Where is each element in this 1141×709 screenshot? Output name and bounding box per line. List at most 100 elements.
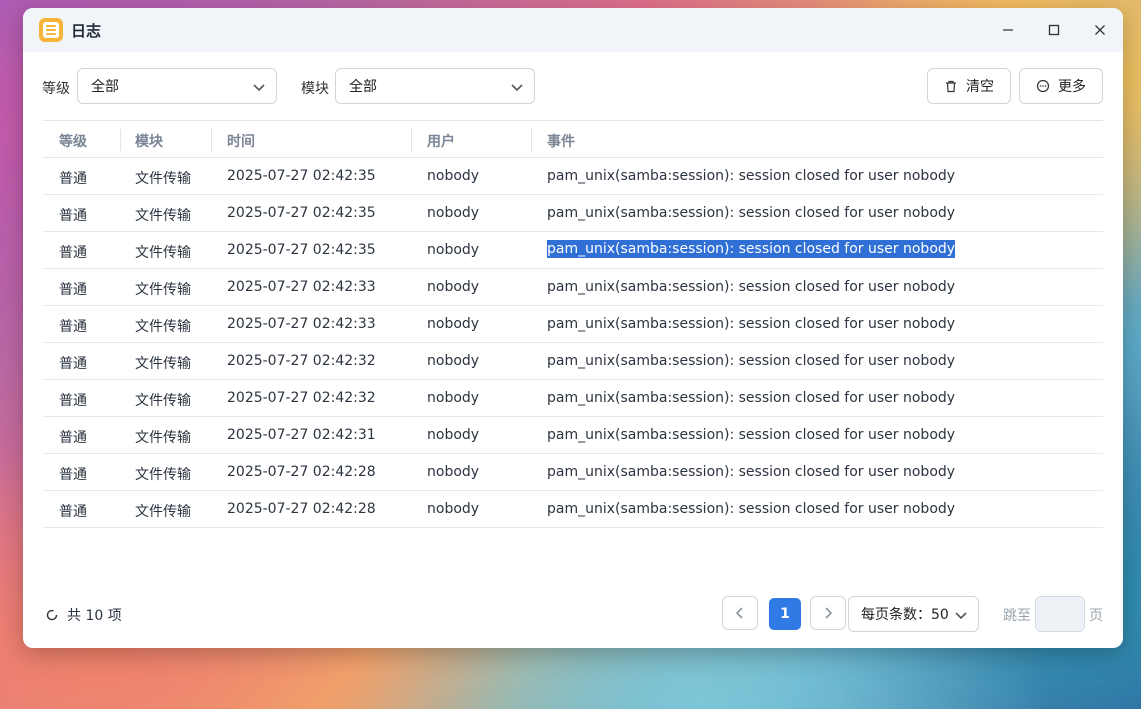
cell-module: 文件传输 xyxy=(135,393,191,409)
cell-event: pam_unix(samba:session): session closed … xyxy=(547,390,956,406)
cell-user: nobody xyxy=(427,168,480,184)
cell-level: 普通 xyxy=(59,504,87,520)
chevron-down-icon xyxy=(511,84,523,92)
clear-button-label: 清空 xyxy=(966,79,994,95)
cell-time: 2025-07-27 02:42:33 xyxy=(227,279,376,295)
table-row[interactable]: 普通 文件传输 2025-07-27 02:42:32 nobody pam_unix(… xyxy=(43,343,1103,380)
minimize-button[interactable] xyxy=(985,8,1031,52)
cell-user: nobody xyxy=(427,316,480,332)
title-bar: 日志 xyxy=(23,8,1123,52)
trash-icon xyxy=(946,80,956,93)
cell-user: nobody xyxy=(427,464,480,480)
current-page-button[interactable]: 1 xyxy=(769,598,801,630)
cell-event: pam_unix(samba:session): session closed … xyxy=(547,427,956,443)
cell-event: pam_unix(samba:session): session closed … xyxy=(547,168,956,184)
table-body: 普通 文件传输 2025-07-27 02:42:35 nobody pam_unix(… xyxy=(43,158,1103,528)
cell-time: 2025-07-27 02:42:35 xyxy=(227,242,376,258)
cell-module: 文件传输 xyxy=(135,504,191,520)
table-row[interactable]: 普通 文件传输 2025-07-27 02:42:35 nobody pam_unix(… xyxy=(43,232,1103,269)
column-header-time[interactable]: 时间 xyxy=(227,131,255,151)
module-filter-label: 模块 xyxy=(301,81,329,97)
cell-user: nobody xyxy=(427,427,480,443)
cell-module: 文件传输 xyxy=(135,356,191,372)
table-row[interactable]: 普通 文件传输 2025-07-27 02:42:31 nobody pam_unix(… xyxy=(43,417,1103,454)
close-button[interactable] xyxy=(1077,8,1123,52)
cell-time: 2025-07-27 02:42:28 xyxy=(227,501,376,517)
cell-level: 普通 xyxy=(59,356,87,372)
maximize-icon xyxy=(1048,24,1060,36)
cell-level: 普通 xyxy=(59,393,87,409)
more-button[interactable]: 更多 xyxy=(1019,68,1103,104)
table-row[interactable]: 普通 文件传输 2025-07-27 02:42:35 nobody pam_unix(… xyxy=(43,195,1103,232)
more-button-label: 更多 xyxy=(1058,79,1086,95)
cell-time: 2025-07-27 02:42:33 xyxy=(227,316,376,332)
refresh-icon[interactable] xyxy=(45,608,59,622)
close-icon xyxy=(1095,25,1105,35)
cell-event: pam_unix(samba:session): session closed … xyxy=(547,316,956,332)
cell-event: pam_unix(samba:session): session closed … xyxy=(547,353,956,369)
cell-event: pam_unix(samba:session): session closed … xyxy=(547,205,956,221)
table-row[interactable]: 普通 文件传输 2025-07-27 02:42:32 nobody pam_unix(… xyxy=(43,380,1103,417)
table-row[interactable]: 普通 文件传输 2025-07-27 02:42:35 nobody pam_unix(… xyxy=(43,158,1103,195)
cell-module: 文件传输 xyxy=(135,171,191,187)
level-filter-value: 全部 xyxy=(91,79,119,95)
cell-user: nobody xyxy=(427,242,480,258)
cell-time: 2025-07-27 02:42:35 xyxy=(227,205,376,221)
table-header: 等级 模块 时间 用户 事件 xyxy=(43,120,1103,158)
cell-time: 2025-07-27 02:42:35 xyxy=(227,168,376,184)
cell-module: 文件传输 xyxy=(135,319,191,335)
window-title: 日志 xyxy=(71,21,102,40)
pagination-footer: 共 10 项 1 每页条数：50 跳至 页 xyxy=(23,596,1123,632)
level-filter-select[interactable]: 全部 xyxy=(77,68,277,104)
cell-level: 普通 xyxy=(59,208,87,224)
chevron-right-icon xyxy=(825,607,833,619)
log-table: 等级 模块 时间 用户 事件 普通 文件传输 2025-07-27 02:42:35… xyxy=(43,120,1103,528)
cell-user: nobody xyxy=(427,390,480,406)
cell-module: 文件传输 xyxy=(135,245,191,261)
table-row[interactable]: 普通 文件传输 2025-07-27 02:42:28 nobody pam_unix(… xyxy=(43,491,1103,528)
prev-page-button[interactable] xyxy=(722,596,758,630)
table-row[interactable]: 普通 文件传输 2025-07-27 02:42:33 nobody pam_unix(… xyxy=(43,269,1103,306)
page-size-select[interactable]: 每页条数：50 xyxy=(848,596,979,632)
module-filter-select[interactable]: 全部 xyxy=(335,68,535,104)
column-header-module[interactable]: 模块 xyxy=(135,131,163,151)
clear-button[interactable]: 清空 xyxy=(927,68,1011,104)
cell-event: pam_unix(samba:session): session closed … xyxy=(547,501,956,517)
column-header-event[interactable]: 事件 xyxy=(547,131,575,151)
cell-event: pam_unix(samba:session): session closed … xyxy=(547,464,956,480)
cell-level: 普通 xyxy=(59,430,87,446)
cell-time: 2025-07-27 02:42:32 xyxy=(227,390,376,406)
cell-user: nobody xyxy=(427,205,480,221)
table-row[interactable]: 普通 文件传输 2025-07-27 02:42:28 nobody pam_unix(… xyxy=(43,454,1103,491)
page-size-value: 每页条数：50 xyxy=(861,607,949,623)
cell-level: 普通 xyxy=(59,245,87,261)
cell-event: pam_unix(samba:session): session closed … xyxy=(547,279,956,295)
log-window: 日志 等级 全部 模块 全部 清空 更多 等级 模块 时间 用户 事件 普通 文… xyxy=(23,8,1123,648)
maximize-button[interactable] xyxy=(1031,8,1077,52)
cell-level: 普通 xyxy=(59,319,87,335)
next-page-button[interactable] xyxy=(810,596,846,630)
cell-module: 文件传输 xyxy=(135,467,191,483)
total-count: 共 10 项 xyxy=(45,605,122,625)
jump-to-label: 跳至 xyxy=(1003,608,1031,624)
chevron-down-icon xyxy=(955,612,967,620)
cell-level: 普通 xyxy=(59,282,87,298)
jump-page-input[interactable] xyxy=(1035,596,1085,632)
cell-user: nobody xyxy=(427,353,480,369)
cell-user: nobody xyxy=(427,501,480,517)
cell-time: 2025-07-27 02:42:31 xyxy=(227,427,376,443)
chevron-down-icon xyxy=(253,84,265,92)
minimize-icon xyxy=(1003,29,1013,31)
module-filter-value: 全部 xyxy=(349,79,377,95)
column-header-level[interactable]: 等级 xyxy=(59,131,87,151)
cell-module: 文件传输 xyxy=(135,282,191,298)
table-row[interactable]: 普通 文件传输 2025-07-27 02:42:33 nobody pam_unix(… xyxy=(43,306,1103,343)
cell-module: 文件传输 xyxy=(135,208,191,224)
column-header-user[interactable]: 用户 xyxy=(427,131,455,151)
filter-toolbar: 等级 全部 模块 全部 清空 更多 xyxy=(23,68,1123,104)
cell-event: pam_unix(samba:session): session closed … xyxy=(547,240,956,258)
log-app-icon xyxy=(39,18,63,42)
cell-level: 普通 xyxy=(59,171,87,187)
cell-time: 2025-07-27 02:42:32 xyxy=(227,353,376,369)
cell-level: 普通 xyxy=(59,467,87,483)
